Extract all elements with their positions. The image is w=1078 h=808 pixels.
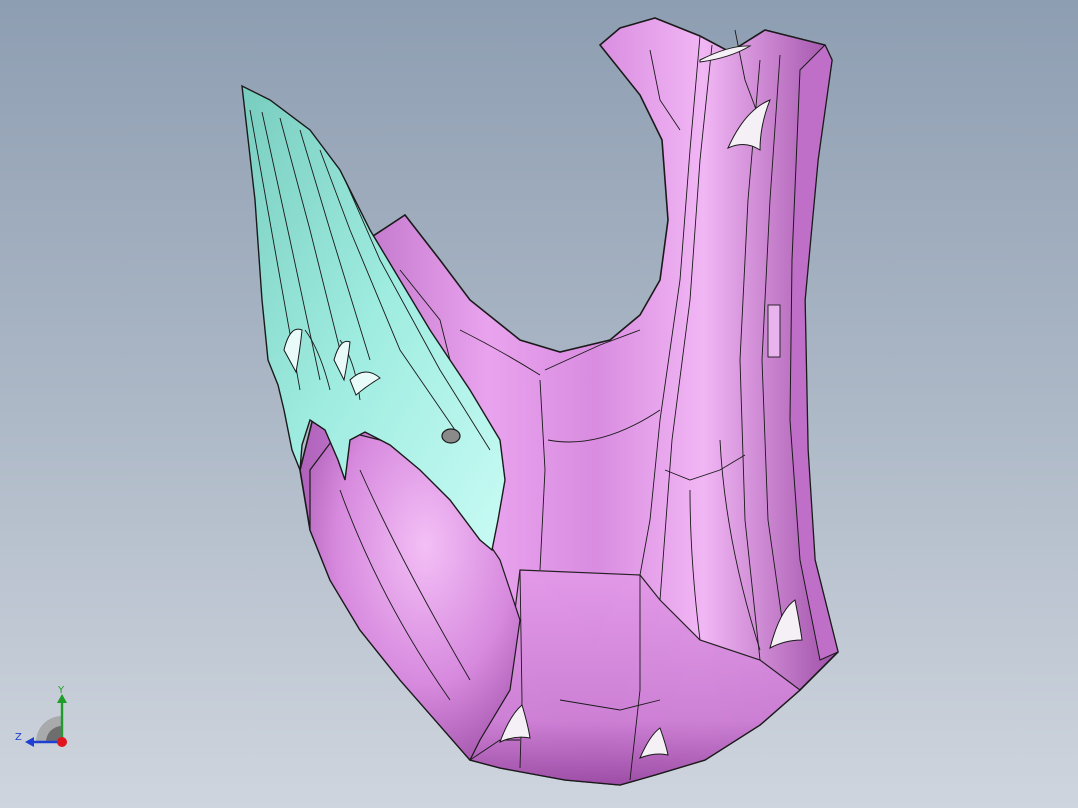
z-axis-arrow [25,737,34,747]
3d-model[interactable] [0,0,1078,808]
x-axis-dot [57,737,67,747]
cad-3d-viewport[interactable]: Y Z [0,0,1078,808]
side-recess [767,304,781,358]
bolt-hole [441,428,461,444]
axis-triad[interactable]: Y Z [10,684,74,748]
y-axis-label: Y [58,685,65,696]
z-axis-label: Z [15,732,22,743]
